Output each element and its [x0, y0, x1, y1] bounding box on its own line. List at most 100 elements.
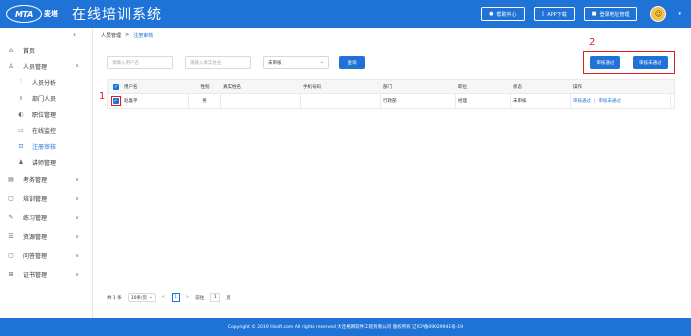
table-row: ✓ 赵喜平 男 行政部 经理 未审核 审核通过 | 审核未通过: [108, 93, 674, 109]
column-header: 部门: [383, 84, 392, 90]
sidebar-item-training[interactable]: ▢ 培训管理 ∨: [0, 189, 93, 208]
department-icon: ♗: [18, 94, 24, 102]
resource-icon: ☰: [8, 233, 14, 240]
chevron-down-icon: ∨: [75, 233, 79, 240]
column-header: 手机号码: [303, 84, 321, 90]
chevron-down-icon: ∨: [75, 271, 79, 278]
annotation-one: 1: [99, 91, 106, 102]
sidebar-item-review[interactable]: ⊡ 注册审核: [0, 138, 93, 154]
column-header: 职位: [458, 84, 467, 90]
review-table: ✓ 用户名 性别 真实姓名 手机号码 部门 职位 状态 操作 ✓ 赵喜平 男 行…: [107, 79, 675, 109]
table-header: ✓ 用户名 性别 真实姓名 手机号码 部门 职位 状态 操作: [108, 80, 674, 93]
person-icon: ♙: [8, 62, 14, 70]
cell-phone: [301, 93, 381, 109]
chevron-down-icon: ⌄: [148, 295, 153, 300]
lecturer-icon: ♟: [18, 158, 24, 166]
column-header: 真实姓名: [223, 84, 241, 90]
breadcrumb-root[interactable]: 人员管理: [101, 32, 121, 39]
phone-icon: ▯: [541, 11, 545, 17]
column-header: 状态: [513, 84, 522, 90]
chevron-down-icon: ∨: [75, 252, 79, 259]
cell-department: 行政部: [381, 93, 456, 109]
review-icon: ⊡: [18, 142, 24, 150]
cell-actions: 审核通过 | 审核未通过: [571, 93, 671, 109]
avatar[interactable]: ☺: [650, 6, 667, 22]
training-icon: ▢: [8, 195, 14, 202]
certificate-icon: ⊞: [8, 271, 14, 278]
page-number[interactable]: 1: [171, 293, 180, 302]
sidebar-item-personnel[interactable]: ♙ 人员管理 ∧: [0, 58, 93, 74]
analysis-icon: ⫶: [20, 78, 22, 85]
cell-gender: 男: [189, 93, 221, 109]
collapse-icon[interactable]: ‹: [73, 30, 76, 39]
sidebar-item-qa[interactable]: ▢ 问答管理 ∨: [0, 246, 93, 265]
row-checkbox[interactable]: ✓: [112, 98, 119, 104]
bulk-approve-button[interactable]: 审核通过: [590, 56, 621, 69]
next-page-button[interactable]: >: [186, 295, 190, 300]
login-address-button[interactable]: ■ 登录地址管理: [583, 7, 638, 21]
logo: MTA 麦塔: [6, 5, 58, 23]
total-count: 共 1 条: [107, 295, 122, 301]
logo-sub: 麦塔: [44, 10, 58, 18]
query-button[interactable]: 查询: [339, 56, 365, 69]
sidebar-item-analysis[interactable]: ⫶ 人员分析: [0, 74, 93, 90]
row-checkbox-highlight: ✓: [110, 96, 121, 106]
exam-icon: ▤: [8, 176, 14, 183]
chevron-down-icon[interactable]: ▾: [678, 11, 681, 17]
breadcrumb-current: 注册审核: [133, 33, 154, 39]
chevron-down-icon: ∨: [75, 195, 79, 202]
page-unit: 页: [226, 295, 231, 301]
bulk-reject-button[interactable]: 审核未通过: [633, 56, 668, 69]
sidebar-item-department[interactable]: ♗ 部门人员: [0, 90, 93, 106]
cell-status: 未审核: [511, 93, 571, 109]
annotation-two: 2: [589, 37, 596, 48]
filter-bar: 请输入用户名 请输入真实姓名 未审核 ⌄ 查询: [107, 56, 365, 69]
column-header: 性别: [200, 84, 210, 90]
page-size-select[interactable]: 10条/页 ⌄: [127, 293, 156, 302]
logo-mark: MTA: [6, 5, 42, 23]
cell-position: 经理: [456, 93, 511, 109]
sidebar-item-certificate[interactable]: ⊞ 证书管理 ∨: [0, 265, 93, 284]
status-select[interactable]: 未审核 ⌄: [263, 56, 329, 69]
approve-link[interactable]: 审核通过: [573, 98, 591, 104]
select-all-checkbox[interactable]: ✓: [113, 83, 119, 90]
help-center-button[interactable]: ● 帮助中心: [481, 7, 525, 21]
help-icon: ●: [489, 11, 494, 17]
footer: Copyright © 2019 lllsoft.com All rights …: [0, 318, 691, 336]
breadcrumb: 人员管理 > 注册审核: [101, 32, 153, 39]
goto-label: 前往: [195, 295, 205, 301]
sidebar-item-monitor[interactable]: ▭ 在线监控: [0, 122, 93, 138]
breadcrumb-separator: >: [125, 32, 130, 38]
sidebar-item-lecturer[interactable]: ♟ 讲师管理: [0, 154, 93, 170]
username-input[interactable]: 请输入用户名: [107, 56, 173, 69]
main-content: 人员管理 > 注册审核 请输入用户名 请输入真实姓名 未审核 ⌄ 查询 2 审核通…: [93, 28, 691, 318]
sidebar-item-resource[interactable]: ☰ 资源管理 ∨: [0, 227, 93, 246]
manage-icon: ■: [591, 11, 597, 17]
chevron-down-icon: ∨: [75, 176, 79, 183]
chevron-up-icon: ∧: [75, 63, 79, 69]
column-header: 用户名: [124, 84, 138, 90]
realname-input[interactable]: 请输入真实姓名: [185, 56, 251, 69]
system-title: 在线培训系统: [72, 7, 162, 23]
home-icon: ⌂: [9, 46, 13, 54]
chevron-down-icon: ∨: [75, 214, 79, 221]
sidebar-item-practice[interactable]: ✎ 练习管理 ∨: [0, 208, 93, 227]
goto-page-input[interactable]: 1: [210, 293, 221, 302]
cell-username: 赵喜平: [122, 93, 189, 109]
sidebar-item-position[interactable]: ◐ 职位管理: [0, 106, 93, 122]
action-separator: |: [594, 98, 596, 104]
chevron-down-icon: ⌄: [320, 60, 324, 65]
position-icon: ◐: [18, 110, 24, 118]
pagination: 共 1 条 10条/页 ⌄ < 1 > 前往 1 页: [107, 293, 231, 302]
practice-icon: ✎: [8, 214, 14, 221]
column-header: 操作: [573, 84, 582, 90]
sidebar-item-exam[interactable]: ▤ 考务管理 ∨: [0, 170, 93, 189]
bulk-action-highlight: 审核通过 审核未通过: [583, 51, 675, 74]
reject-link[interactable]: 审核未通过: [599, 98, 622, 104]
top-bar: MTA 麦塔 在线培训系统 ● 帮助中心 ▯ APP下载 ■ 登录地址管理 ☺ ▾: [0, 0, 691, 28]
qa-icon: ▢: [8, 252, 14, 259]
app-download-button[interactable]: ▯ APP下载: [533, 7, 575, 21]
prev-page-button[interactable]: <: [162, 295, 166, 300]
sidebar-item-home[interactable]: ⌂ 首页: [0, 42, 93, 58]
sidebar: ‹ ⌂ 首页 ♙ 人员管理 ∧ ⫶ 人员分析 ♗ 部门人员 ◐ 职位管理 ▭ 在线监控 ⊡ 注册…: [0, 28, 93, 318]
